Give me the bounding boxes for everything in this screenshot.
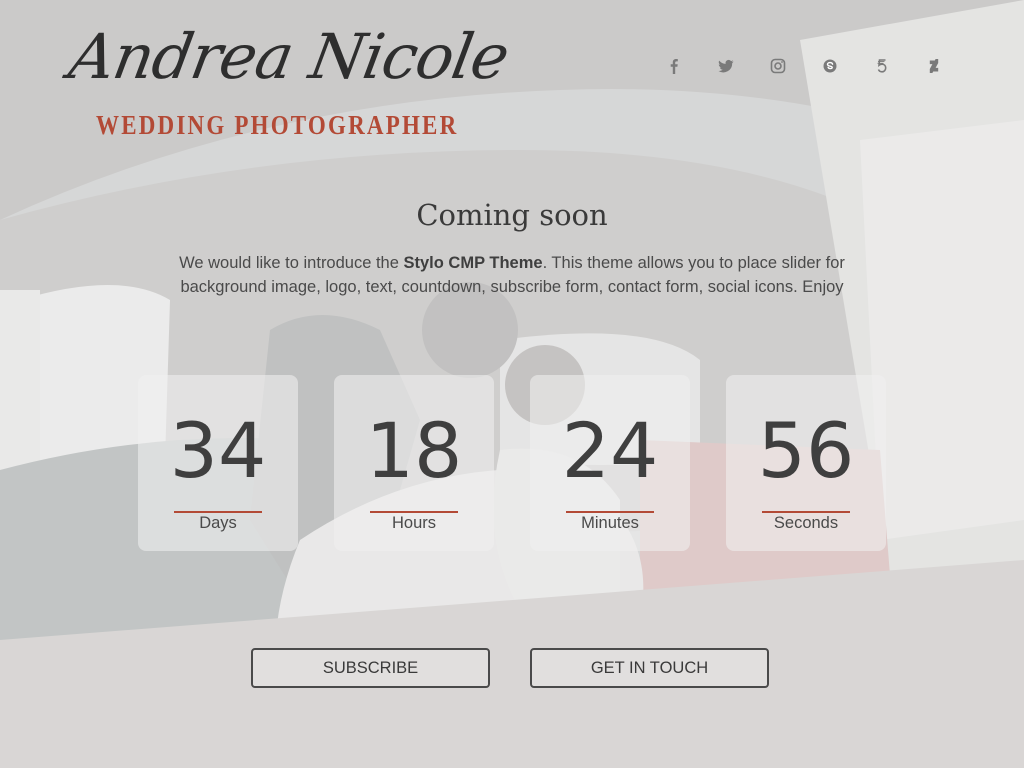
instagram-link[interactable]	[766, 54, 790, 78]
twitter-link[interactable]	[714, 54, 738, 78]
intro-text-before: We would like to introduce the	[179, 254, 404, 272]
social-links	[662, 54, 948, 78]
countdown-divider	[174, 511, 262, 513]
intro-text: We would like to introduce the Stylo CMP…	[172, 251, 852, 299]
countdown-divider	[566, 511, 654, 513]
countdown-minutes-label: Minutes	[581, 514, 639, 532]
countdown-hours-value: 18	[365, 406, 463, 495]
countdown-hours-label: Hours	[391, 514, 436, 532]
500px-link[interactable]	[870, 54, 894, 78]
countdown-seconds-label: Seconds	[773, 514, 839, 532]
brand-tagline: WEDDING PHOTOGRAPHER	[96, 110, 459, 140]
skype-icon	[823, 59, 837, 73]
countdown-divider	[370, 511, 458, 513]
countdown-minutes: 24 Minutes	[530, 375, 690, 551]
deviantart-link[interactable]	[922, 54, 946, 78]
page-title: Coming soon	[416, 198, 608, 232]
countdown-days-value: 34	[169, 406, 267, 495]
brand-logo[interactable]: Andrea Nicole WEDDING PHOTOGRAPHER	[58, 14, 514, 144]
countdown-hours: 18 Hours	[334, 375, 494, 551]
instagram-icon	[770, 58, 786, 74]
deviantart-icon	[929, 59, 939, 73]
countdown-seconds-value: 56	[757, 406, 855, 495]
countdown-days-label: Days	[199, 514, 237, 532]
countdown-days: 34 Days	[138, 375, 298, 551]
facebook-link[interactable]	[662, 54, 686, 78]
subscribe-button[interactable]: SUBSCRIBE	[251, 648, 490, 688]
get-in-touch-button[interactable]: GET IN TOUCH	[530, 648, 769, 688]
countdown-minutes-value: 24	[561, 406, 659, 495]
skype-link[interactable]	[818, 54, 842, 78]
500px-icon	[877, 59, 887, 73]
brand-name: Andrea Nicole	[64, 20, 514, 93]
countdown-seconds: 56 Seconds	[726, 375, 886, 551]
intro-theme-name: Stylo CMP Theme	[403, 254, 543, 272]
twitter-icon	[718, 59, 734, 73]
facebook-icon	[670, 59, 678, 74]
countdown-divider	[762, 511, 850, 513]
